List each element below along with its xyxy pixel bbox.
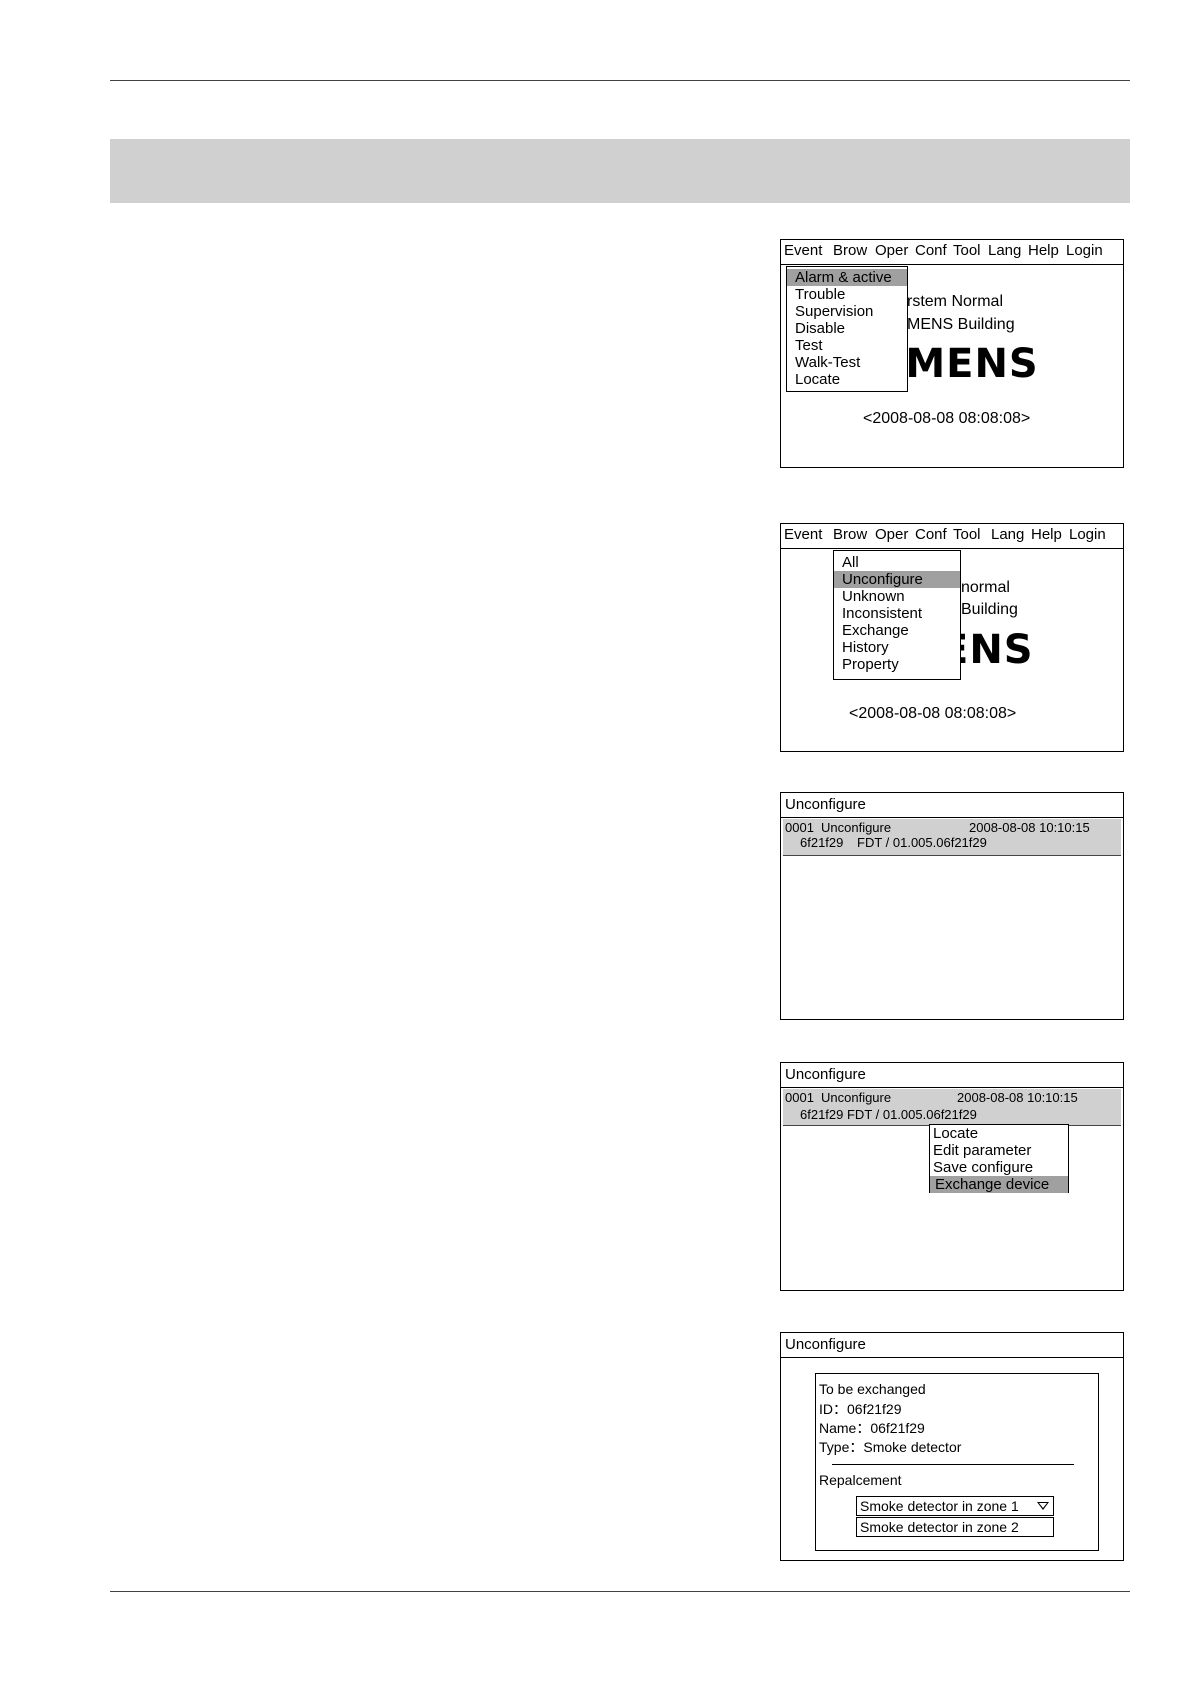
device-name: Name：06f21f29 xyxy=(819,1420,925,1436)
device-type: Type：Smoke detector xyxy=(819,1439,962,1455)
context-item-locate[interactable]: Locate xyxy=(930,1125,1068,1142)
menu-login[interactable]: Login xyxy=(1069,527,1106,543)
menu-item-locate[interactable]: Locate xyxy=(787,371,907,388)
menu-tool[interactable]: Tool xyxy=(953,243,981,259)
event-address: FDT / 01.005.06f21f29 xyxy=(857,835,987,850)
menu-oper[interactable]: Oper xyxy=(875,527,908,543)
menu-bar: Event Brow Oper Conf Tool Lang Help Logi… xyxy=(781,524,1123,549)
menu-item-history[interactable]: History xyxy=(834,639,960,656)
menu-login[interactable]: Login xyxy=(1066,243,1103,259)
event-index: 0001 xyxy=(785,1090,814,1105)
event-dropdown: Alarm & active Trouble Supervision Disab… xyxy=(786,266,908,392)
event-index: 0001 xyxy=(785,820,814,835)
screen-context-menu: Unconfigure 0001 Unconfigure 2008-08-08 … xyxy=(780,1062,1124,1291)
menu-item-unconfigure[interactable]: Unconfigure xyxy=(834,571,960,588)
window-title: Unconfigure xyxy=(785,796,866,813)
window-title-bar: Unconfigure xyxy=(781,1333,1123,1358)
device-id: ID：06f21f29 xyxy=(819,1401,902,1417)
event-type: Unconfigure xyxy=(821,820,892,835)
window-title: Unconfigure xyxy=(785,1336,866,1353)
menu-item-disable[interactable]: Disable xyxy=(787,320,907,337)
context-item-edit-parameter[interactable]: Edit parameter xyxy=(930,1142,1068,1159)
context-item-save-configure[interactable]: Save configure xyxy=(930,1159,1068,1176)
context-item-exchange-device[interactable]: Exchange device xyxy=(930,1176,1068,1193)
menu-item-inconsistent[interactable]: Inconsistent xyxy=(834,605,960,622)
datetime-text: <2008-08-08 08:08:08> xyxy=(863,410,1031,427)
menu-item-property[interactable]: Property xyxy=(834,656,960,673)
menu-lang[interactable]: Lang xyxy=(988,243,1021,259)
status-text: normal xyxy=(961,579,1010,596)
replacement-option-label: Smoke detector in zone 2 xyxy=(860,1519,1019,1535)
menu-item-exchange[interactable]: Exchange xyxy=(834,622,960,639)
screen-brow-menu: Event Brow Oper Conf Tool Lang Help Logi… xyxy=(780,523,1124,752)
menu-item-alarm-active[interactable]: Alarm & active xyxy=(787,269,907,286)
event-detail: 6f21f29 FDT / 01.005.06f21f29 xyxy=(800,1107,977,1122)
menu-item-test[interactable]: Test xyxy=(787,337,907,354)
menu-help[interactable]: Help xyxy=(1031,527,1062,543)
menu-item-supervision[interactable]: Supervision xyxy=(787,303,907,320)
building-text: Building xyxy=(961,601,1018,618)
event-device-id: 6f21f29 xyxy=(800,835,844,850)
screen-unconfigure-list: Unconfigure 0001 Unconfigure 2008-08-08 … xyxy=(780,792,1124,1020)
menu-item-walk-test[interactable]: Walk-Test xyxy=(787,354,907,371)
exchange-dialog: To be exchanged ID：06f21f29 Name：06f21f2… xyxy=(815,1373,1099,1551)
replacement-selected-option: Smoke detector in zone 1 xyxy=(860,1498,1019,1514)
status-text: rstem Normal xyxy=(907,293,1004,310)
menu-event[interactable]: Event xyxy=(784,243,822,259)
menu-help[interactable]: Help xyxy=(1028,243,1059,259)
window-title-bar: Unconfigure xyxy=(781,793,1123,818)
replacement-label: Repalcement xyxy=(819,1472,902,1488)
header-rule xyxy=(110,80,1130,81)
section-banner xyxy=(110,139,1130,203)
event-row[interactable]: 0001 Unconfigure 2008-08-08 10:10:15 6f2… xyxy=(783,1089,1121,1126)
dialog-heading: To be exchanged xyxy=(819,1381,926,1397)
event-timestamp: 2008-08-08 10:10:15 xyxy=(957,1090,1078,1105)
event-type: Unconfigure xyxy=(821,1090,892,1105)
context-menu: Locate Edit parameter Save configure Exc… xyxy=(929,1124,1069,1193)
replacement-select[interactable]: Smoke detector in zone 1 xyxy=(856,1496,1054,1516)
menu-oper[interactable]: Oper xyxy=(875,243,908,259)
brow-dropdown: All Unconfigure Unknown Inconsistent Exc… xyxy=(833,550,961,680)
menu-item-unknown[interactable]: Unknown xyxy=(834,588,960,605)
menu-bar: Event Brow Oper Conf Tool Lang Help Logi… xyxy=(781,240,1123,265)
menu-brow[interactable]: Brow xyxy=(833,527,867,543)
menu-conf[interactable]: Conf xyxy=(915,527,947,543)
menu-item-all[interactable]: All xyxy=(834,554,960,571)
window-title: Unconfigure xyxy=(785,1066,866,1083)
dialog-separator xyxy=(832,1464,1074,1465)
window-title-bar: Unconfigure xyxy=(781,1063,1123,1088)
screen-exchange-dialog: Unconfigure To be exchanged ID：06f21f29 … xyxy=(780,1332,1124,1561)
event-row[interactable]: 0001 Unconfigure 2008-08-08 10:10:15 6f2… xyxy=(783,819,1121,856)
replacement-option[interactable]: Smoke detector in zone 2 xyxy=(856,1517,1054,1537)
datetime-text: <2008-08-08 08:08:08> xyxy=(849,705,1017,722)
event-timestamp: 2008-08-08 10:10:15 xyxy=(969,820,1090,835)
menu-item-trouble[interactable]: Trouble xyxy=(787,286,907,303)
chevron-down-icon[interactable] xyxy=(1037,1502,1049,1510)
menu-brow[interactable]: Brow xyxy=(833,243,867,259)
menu-conf[interactable]: Conf xyxy=(915,243,947,259)
screen-event-menu: Event Brow Oper Conf Tool Lang Help Logi… xyxy=(780,239,1124,468)
footer-rule xyxy=(110,1591,1130,1592)
menu-tool[interactable]: Tool xyxy=(953,527,981,543)
menu-lang[interactable]: Lang xyxy=(991,527,1024,543)
menu-event[interactable]: Event xyxy=(784,527,822,543)
building-text: MENS Building xyxy=(907,316,1015,333)
